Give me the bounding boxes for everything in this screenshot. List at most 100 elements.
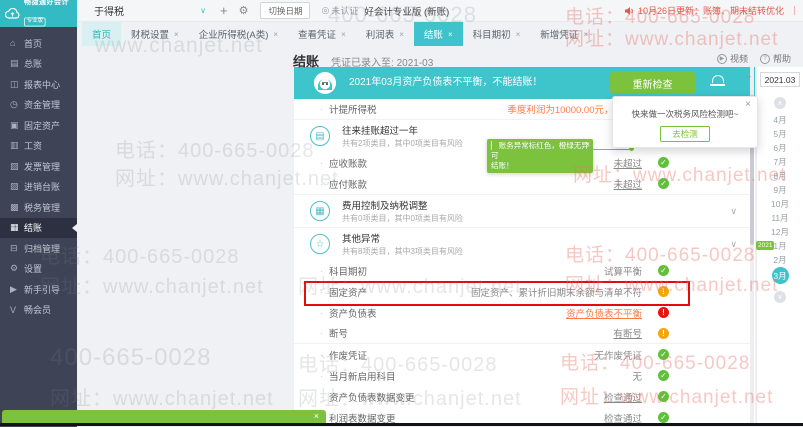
row-status[interactable]: 有断号 bbox=[613, 326, 642, 340]
tab[interactable]: 财税设置× bbox=[121, 22, 189, 46]
sidebar-item-closing[interactable]: ▦结账 bbox=[0, 218, 77, 239]
account-set-select[interactable]: 于得税 ∨ bbox=[94, 3, 206, 18]
checklist-row[interactable]: ·当月新启用科目无✓ bbox=[294, 365, 755, 386]
report-center-icon: ◫ bbox=[10, 79, 24, 90]
month-item[interactable]: 2月 bbox=[757, 253, 803, 267]
row-label: 科目期初 bbox=[329, 264, 367, 278]
switch-date-button[interactable]: 切换日期 bbox=[260, 2, 310, 19]
tab[interactable]: 查看凭证 × bbox=[288, 22, 356, 46]
popup-close-icon[interactable]: × bbox=[745, 99, 751, 110]
checklist-row[interactable]: ·资产负债表资产负债表不平衡! bbox=[294, 302, 755, 323]
row-status[interactable]: 检查通过 bbox=[604, 390, 642, 404]
row-status[interactable]: 检查通过 bbox=[604, 411, 642, 425]
checklist-row[interactable]: ·断号有断号! bbox=[294, 323, 755, 344]
announcement[interactable]: 10月26日更新：账簿、期末结转优化 ｜ bbox=[624, 4, 799, 17]
page-title: 结账 bbox=[293, 51, 319, 70]
help-link[interactable]: ?帮助 bbox=[760, 52, 791, 65]
month-item[interactable]: 8月 bbox=[757, 169, 803, 183]
section-title: 其他异常 bbox=[342, 231, 463, 245]
sidebar-item-archive[interactable]: ⊟归档管理 bbox=[0, 238, 77, 259]
sidebar-item-salary[interactable]: ▥工资 bbox=[0, 136, 77, 157]
sidebar-item-funds[interactable]: ◷资金管理 bbox=[0, 95, 77, 116]
bottom-bar bbox=[0, 423, 803, 426]
sidebar-item-label: 工资 bbox=[24, 139, 42, 152]
closing-icon: ▦ bbox=[10, 222, 24, 233]
watermark-text: 电话：400-665-0028 bbox=[115, 134, 315, 163]
toast-close-icon[interactable]: × bbox=[314, 411, 319, 421]
section-subtitle: 共有8项类目，其中3项类目有风险 bbox=[342, 246, 463, 257]
month-item[interactable]: 12月 bbox=[757, 225, 803, 239]
tab-close-icon[interactable]: × bbox=[174, 30, 179, 39]
sidebar-item-ledger[interactable]: ▤总账 bbox=[0, 54, 77, 75]
tab[interactable]: 首页 bbox=[82, 22, 121, 46]
row-bullet: · bbox=[320, 179, 323, 189]
scroll-up-icon[interactable]: ∧ bbox=[774, 97, 786, 109]
month-item[interactable]: 3月 bbox=[757, 267, 803, 287]
tab-close-icon[interactable]: × bbox=[273, 30, 278, 39]
tab-close-icon[interactable]: × bbox=[516, 30, 521, 39]
month-item[interactable]: 20211月 bbox=[757, 239, 803, 253]
sidebar-item-label: 固定资产 bbox=[24, 119, 60, 132]
tab-close-icon[interactable]: × bbox=[399, 30, 404, 39]
collapse-panel-icon[interactable]: » bbox=[746, 71, 751, 81]
tab-close-icon[interactable]: × bbox=[583, 30, 588, 39]
scroll-down-icon[interactable]: ∨ bbox=[774, 291, 786, 303]
tooltip-close-icon[interactable]: × bbox=[585, 140, 590, 150]
month-item[interactable]: 7月 bbox=[757, 155, 803, 169]
sidebar-item-invoice[interactable]: ▨发票管理 bbox=[0, 156, 77, 177]
row-status[interactable]: 未超过 bbox=[613, 156, 642, 170]
sidebar-item-fixed-assets[interactable]: ▣固定资产 bbox=[0, 115, 77, 136]
add-account-set-button[interactable]: + bbox=[220, 4, 228, 17]
month-item[interactable]: 11月 bbox=[757, 211, 803, 225]
tab[interactable]: 利润表× bbox=[356, 22, 414, 46]
row-status[interactable]: 未超过 bbox=[613, 177, 642, 191]
gear-icon[interactable]: ⚙ bbox=[239, 4, 249, 17]
current-period-box[interactable]: 2021.03 bbox=[760, 72, 800, 87]
checklist-row[interactable]: ·固定资产固定资产、累计折旧期末余额与清单不符! bbox=[294, 281, 755, 302]
chevron-down-icon[interactable]: ∨ bbox=[730, 239, 737, 250]
row-bullet: · bbox=[320, 104, 323, 114]
checklist-row[interactable]: ·科目期初试算平衡✓ bbox=[294, 260, 755, 281]
sidebar-item-report-center[interactable]: ◫报表中心 bbox=[0, 74, 77, 95]
recheck-button[interactable]: 重新检查 bbox=[610, 72, 695, 94]
tab[interactable]: 科目期初× bbox=[463, 22, 531, 46]
page-header: 结账 凭证已录入至: 2021-03 bbox=[293, 51, 433, 70]
go-check-button[interactable]: 去检测 bbox=[660, 126, 710, 142]
video-link[interactable]: ▶视频 bbox=[717, 52, 748, 65]
archive-icon: ⊟ bbox=[10, 243, 24, 254]
chevron-down-icon[interactable]: ∨ bbox=[730, 206, 737, 217]
month-item[interactable]: 6月 bbox=[757, 141, 803, 155]
tab[interactable]: 结账× bbox=[414, 22, 463, 46]
sidebar-item-settings[interactable]: ⚙设置 bbox=[0, 259, 77, 280]
year-badge: 2021 bbox=[756, 241, 774, 250]
month-item[interactable]: 9月 bbox=[757, 183, 803, 197]
tab-close-icon[interactable]: × bbox=[448, 30, 453, 39]
checklist-row[interactable]: ·作废凭证无作废凭证✓ bbox=[294, 344, 755, 365]
tooltip-line1: 账务异常标红色，橙绿无异可 bbox=[491, 141, 589, 160]
row-label: 当月新启用科目 bbox=[329, 369, 396, 383]
sidebar-item-member[interactable]: V畅会员 bbox=[0, 300, 77, 321]
section-header[interactable]: ☆其他异常共有8项类目，其中3项类目有风险∨ bbox=[294, 228, 755, 260]
guide-icon: ▶ bbox=[10, 284, 24, 295]
month-item[interactable]: 4月 bbox=[757, 113, 803, 127]
checklist-row[interactable]: ·资产负债表数据变更检查通过✓ bbox=[294, 386, 755, 407]
section-header[interactable]: ▦费用控制及纳税调整共有0项类目，其中0项类目有风险∨ bbox=[294, 195, 755, 227]
alarm-lamp-icon[interactable] bbox=[712, 75, 724, 83]
tab-label: 查看凭证 bbox=[298, 27, 336, 41]
sidebar-item-inventory[interactable]: ▧进销台账 bbox=[0, 177, 77, 198]
sidebar-item-label: 税务管理 bbox=[24, 201, 60, 214]
sidebar-item-home[interactable]: ⌂首页 bbox=[0, 33, 77, 54]
row-status[interactable]: 资产负债表不平衡 bbox=[566, 306, 642, 320]
checklist-row[interactable]: ·利润表数据变更检查通过✓ bbox=[294, 407, 755, 424]
tab[interactable]: 新增凭证× bbox=[530, 22, 598, 46]
tab-close-icon[interactable]: × bbox=[341, 30, 346, 39]
month-item[interactable]: 5月 bbox=[757, 127, 803, 141]
checklist-row[interactable]: ·应付账款未超过✓ bbox=[294, 173, 755, 194]
tab-label: 企业所得税(A类) bbox=[199, 27, 269, 41]
sidebar-item-tax[interactable]: ▩税务管理 bbox=[0, 197, 77, 218]
tab[interactable]: 企业所得税(A类) × bbox=[189, 22, 288, 46]
month-item[interactable]: 10月 bbox=[757, 197, 803, 211]
sidebar-item-guide[interactable]: ▶新手引导 bbox=[0, 279, 77, 300]
row-bullet: · bbox=[320, 266, 323, 276]
check-circle-icon: ✓ bbox=[658, 157, 669, 168]
